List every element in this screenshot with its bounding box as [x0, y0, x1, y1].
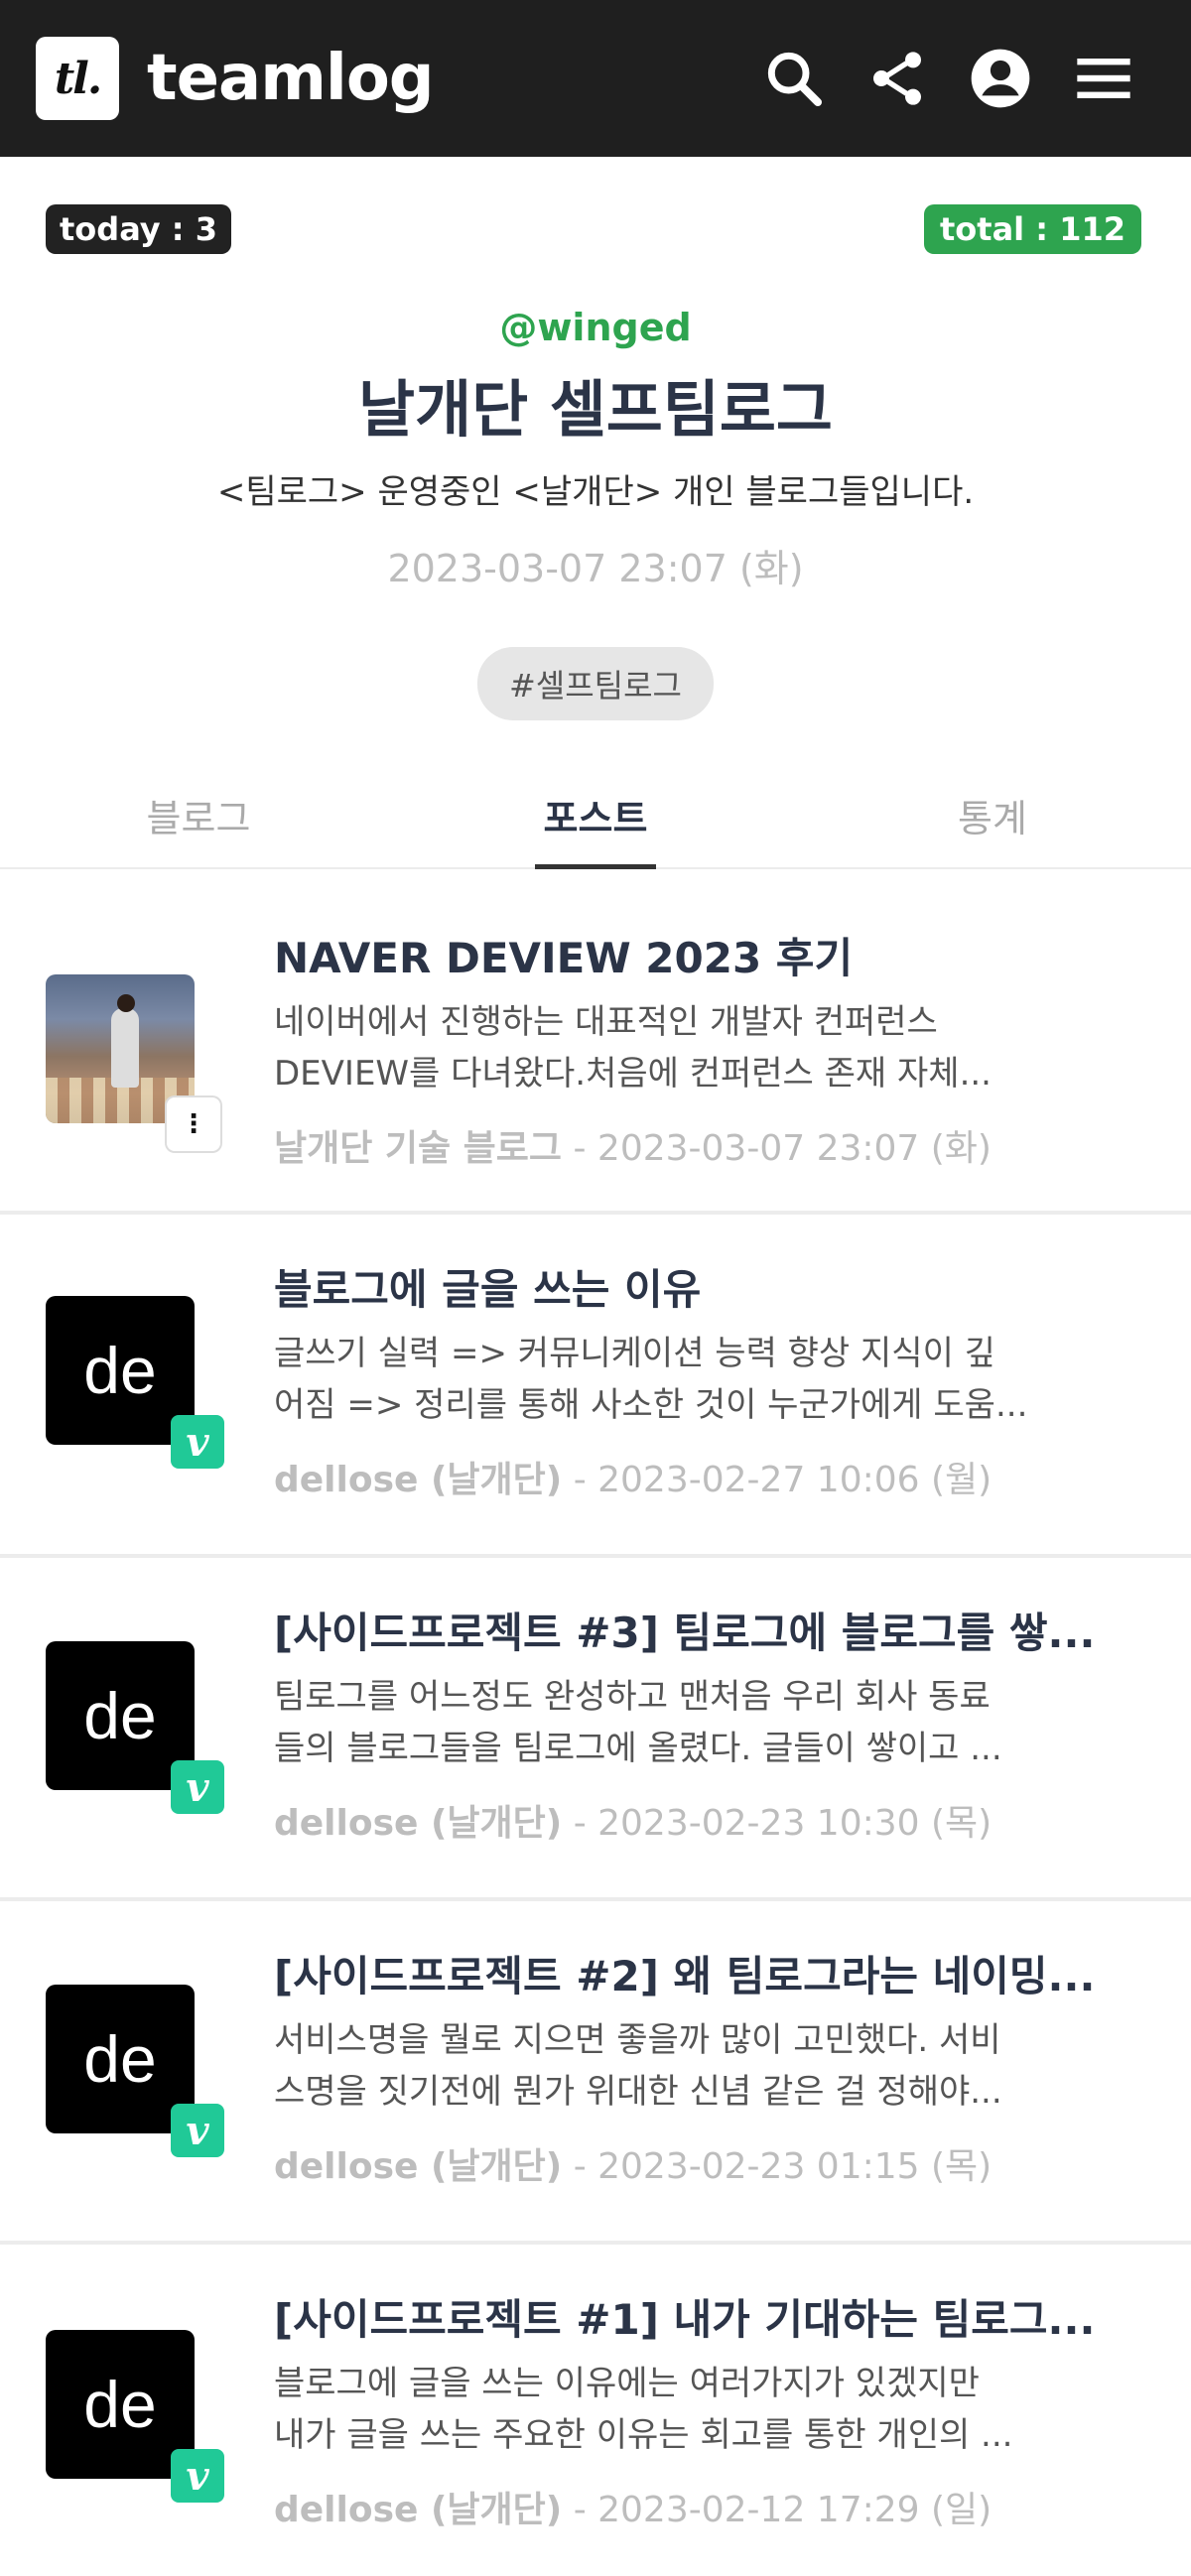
- share-icon[interactable]: [846, 27, 949, 130]
- content-tabs: 블로그 포스트 통계: [0, 764, 1191, 869]
- tab-stats[interactable]: 통계: [794, 764, 1191, 867]
- post-meta: dellose (날개단) - 2023-02-23 10:30 (목): [274, 1794, 1145, 1846]
- post-meta: 날개단 기술 블로그 - 2023-03-07 23:07 (화): [274, 1119, 1145, 1171]
- team-handle[interactable]: @winged: [0, 306, 1191, 349]
- post-author[interactable]: dellose (날개단): [274, 2490, 562, 2530]
- post-date: - 2023-02-23 01:15 (목): [562, 2146, 992, 2187]
- post-author[interactable]: dellose (날개단): [274, 1460, 562, 1500]
- post-date: - 2023-02-27 10:06 (월): [562, 1460, 992, 1500]
- created-date: 2023-03-07 23:07 (화): [387, 547, 804, 590]
- hashtag-chip[interactable]: #셀프팀로그: [476, 647, 714, 720]
- post-title[interactable]: 블로그에 글을 쓰는 이유: [274, 1256, 1145, 1317]
- post-excerpt: 블로그에 글을 쓰는 이유에는 여러가지가 있겠지만 내가 글을 쓰는 주요한 …: [274, 2364, 1013, 2455]
- visit-counters: today : 3 total : 112: [0, 157, 1191, 266]
- top-navigation-bar: tl. teamlog: [0, 0, 1191, 157]
- post-item[interactable]: ⋮ NAVER DEVIEW 2023 후기 네이버에서 진행하는 대표적인 개…: [0, 871, 1191, 1215]
- post-excerpt: 글쓰기 실력 => 커뮤니케이션 능력 향상 지식이 깊 어짐 => 정리를 통…: [274, 1334, 1028, 1425]
- post-excerpt: 서비스명을 뭘로 지으면 좋을까 많이 고민했다. 서비 스명을 짓기전에 뭔가…: [274, 2020, 1002, 2112]
- velog-badge-icon: v: [171, 1760, 224, 1814]
- post-meta: dellose (날개단) - 2023-02-12 17:29 (일): [274, 2481, 1145, 2532]
- post-author[interactable]: dellose (날개단): [274, 2146, 562, 2187]
- post-date: - 2023-02-23 10:30 (목): [562, 1803, 992, 1844]
- brand-name[interactable]: teamlog: [147, 42, 435, 115]
- teamlog-logo-icon[interactable]: tl.: [36, 37, 119, 120]
- tag-list: #셀프팀로그: [0, 647, 1191, 720]
- post-author[interactable]: 날개단 기술 블로그: [274, 1128, 562, 1169]
- velog-badge-icon: v: [171, 2449, 224, 2503]
- tab-posts[interactable]: 포스트: [397, 764, 794, 867]
- velog-badge-icon: v: [171, 1415, 224, 1469]
- post-item[interactable]: de v [사이드프로젝트 #2] 왜 팀로그라는 네이밍... 서비스명을 뭘…: [0, 1901, 1191, 2245]
- post-author[interactable]: dellose (날개단): [274, 1803, 562, 1844]
- post-item[interactable]: de v 블로그에 글을 쓰는 이유 글쓰기 실력 => 커뮤니케이션 능력 향…: [0, 1215, 1191, 1558]
- header-actions: [742, 0, 1155, 157]
- search-icon[interactable]: [742, 27, 846, 130]
- post-excerpt: 팀로그를 어느정도 완성하고 맨처음 우리 회사 동료 들의 블로그들을 팀로그…: [274, 1677, 1002, 1768]
- account-icon[interactable]: [949, 27, 1052, 130]
- total-count-badge: total : 112: [923, 204, 1141, 254]
- velog-badge-icon: v: [171, 2104, 224, 2157]
- post-item[interactable]: de v [사이드프로젝트 #1] 내가 기대하는 팀로그... 블로그에 글을…: [0, 2245, 1191, 2576]
- post-meta: dellose (날개단) - 2023-02-27 10:06 (월): [274, 1451, 1145, 1502]
- tab-blog[interactable]: 블로그: [0, 764, 397, 867]
- logo-text: tl.: [54, 53, 102, 104]
- post-date: - 2023-02-12 17:29 (일): [562, 2490, 992, 2530]
- page-title: 날개단 셀프팀로그: [358, 373, 833, 446]
- post-date: - 2023-03-07 23:07 (화): [562, 1128, 992, 1169]
- post-title[interactable]: [사이드프로젝트 #1] 내가 기대하는 팀로그...: [274, 2286, 1145, 2347]
- today-count-badge: today : 3: [46, 204, 231, 254]
- post-title[interactable]: [사이드프로젝트 #3] 팀로그에 블로그를 쌓...: [274, 1600, 1145, 1660]
- post-list: ⋮ NAVER DEVIEW 2023 후기 네이버에서 진행하는 대표적인 개…: [0, 871, 1191, 2576]
- tistory-badge-icon: ⋮: [167, 1097, 220, 1151]
- menu-icon[interactable]: [1052, 27, 1155, 130]
- post-meta: dellose (날개단) - 2023-02-23 01:15 (목): [274, 2137, 1145, 2189]
- team-description: <팀로그> 운영중인 <날개단> 개인 블로그들입니다.: [216, 472, 975, 512]
- post-title[interactable]: NAVER DEVIEW 2023 후기: [274, 925, 1145, 985]
- post-excerpt: 네이버에서 진행하는 대표적인 개발자 컨퍼런스 DEVIEW를 다녀왔다.처음…: [274, 1002, 992, 1094]
- post-item[interactable]: de v [사이드프로젝트 #3] 팀로그에 블로그를 쌓... 팀로그를 어느…: [0, 1558, 1191, 1901]
- post-title[interactable]: [사이드프로젝트 #2] 왜 팀로그라는 네이밍...: [274, 1943, 1145, 2003]
